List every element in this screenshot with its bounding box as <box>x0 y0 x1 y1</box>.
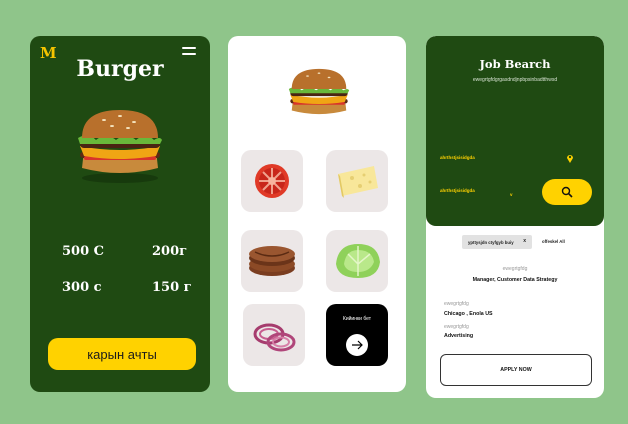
close-icon[interactable]: x <box>523 238 526 244</box>
ingredients-card: Кийинки бет <box>228 36 406 392</box>
arrow-right-icon <box>346 334 368 356</box>
location-pin-icon[interactable] <box>566 153 574 163</box>
ingredient-tile-onion[interactable] <box>243 304 305 366</box>
tomato-icon <box>255 164 289 198</box>
filter-chip[interactable]: ypttysjdn ctyfgyb buiy x <box>462 235 532 249</box>
next-page-button[interactable]: Кийинки бет <box>326 304 388 366</box>
search-button[interactable] <box>542 179 592 205</box>
job-search-card: Job Bearch ewegrtgfdgrgasdndjnpbpsinbadt… <box>426 36 604 398</box>
location-caption: ewegrtgfdg <box>444 301 469 307</box>
ingredient-tile-cheese[interactable] <box>326 150 388 212</box>
job-title[interactable]: Manager, Customer Data Strategy <box>465 277 565 284</box>
lettuce-icon <box>336 244 380 278</box>
product-title: Burger <box>76 56 164 82</box>
clear-all-link[interactable]: offeskel All <box>542 239 565 244</box>
patty-icon <box>249 246 295 276</box>
burger-icon <box>288 68 350 115</box>
filter-chip-label: ypttysjdn ctyfgyb buiy <box>468 239 514 245</box>
stat-value: 300 c <box>62 280 102 295</box>
burger-icon <box>78 110 162 183</box>
stat-value: 500 C <box>62 244 105 259</box>
location-value: Chicago , Enola US <box>444 311 493 317</box>
ingredient-tile-patty[interactable] <box>241 230 303 292</box>
company-label: ewegrtgfdg <box>502 266 528 272</box>
job-search-header: Job Bearch ewegrtgfdgrgasdndjnpbpsinbadt… <box>426 36 604 226</box>
cheese-icon <box>338 166 378 198</box>
page-subtitle: ewegrtgfdgrgasdndjnpbpsinbadtthwsd <box>472 77 558 83</box>
location-label[interactable]: ahrthstjsisidgda <box>440 155 475 160</box>
chevron-down-icon[interactable]: v <box>510 192 513 197</box>
onion-icon <box>253 323 296 352</box>
search-icon <box>561 186 573 198</box>
stat-value: 150 г <box>152 280 192 295</box>
ingredient-tile-tomato[interactable] <box>241 150 303 212</box>
stat-value: 200г <box>152 244 188 259</box>
burger-card: M Burger 500 C 200г 300 c 150 г карын ач… <box>30 36 210 392</box>
order-button[interactable]: карын ачты <box>48 338 196 370</box>
category-caption: ewegrtgfdg <box>444 324 469 330</box>
hamburger-menu-icon[interactable] <box>182 47 196 55</box>
ingredient-tile-lettuce[interactable] <box>326 230 388 292</box>
apply-button[interactable]: APPLY NOW <box>440 354 592 386</box>
category-value: Advertising <box>444 333 474 339</box>
filter-label[interactable]: ahrthstjsisidgda <box>440 188 475 193</box>
next-page-label: Кийинки бет <box>342 316 372 322</box>
page-title: Job Bearch <box>479 57 551 71</box>
